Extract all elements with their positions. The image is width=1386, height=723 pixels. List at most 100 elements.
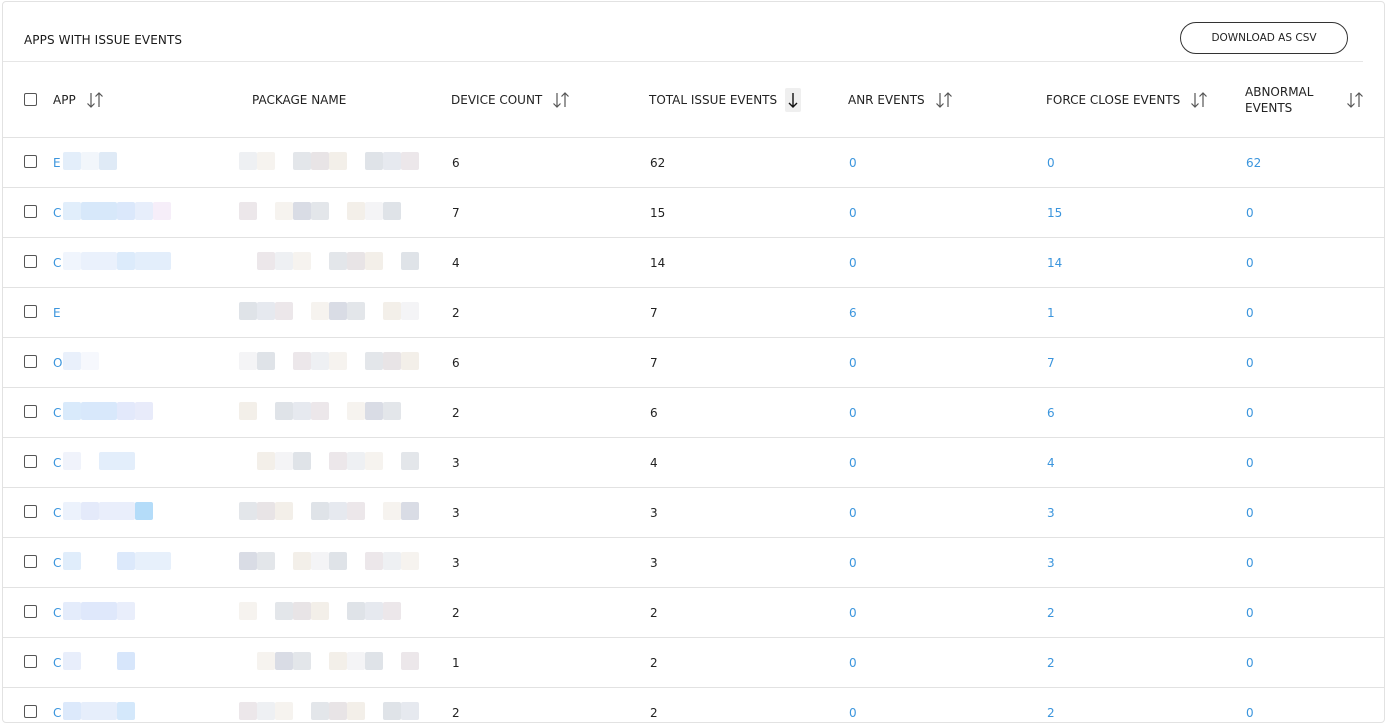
redacted-package-name bbox=[257, 702, 275, 720]
table-row: C 1 2 0 2 0 bbox=[3, 638, 1384, 688]
force-close-events-link[interactable]: 6 bbox=[1047, 388, 1055, 437]
abnormal-events-link[interactable]: 0 bbox=[1246, 588, 1254, 637]
abnormal-events-link[interactable]: 0 bbox=[1246, 388, 1254, 437]
column-header-total-issue-events[interactable]: TOTAL ISSUE EVENTS bbox=[649, 62, 802, 137]
app-name-link[interactable]: E bbox=[53, 288, 61, 337]
abnormal-events-link[interactable]: 0 bbox=[1246, 538, 1254, 587]
redacted-app-name bbox=[117, 202, 135, 220]
app-name-link[interactable]: E bbox=[53, 138, 61, 187]
row-checkbox[interactable] bbox=[24, 455, 37, 468]
sort-both-icon[interactable] bbox=[1189, 90, 1209, 110]
redacted-package-name bbox=[239, 502, 257, 520]
row-checkbox[interactable] bbox=[24, 505, 37, 518]
anr-events-link[interactable]: 0 bbox=[849, 138, 857, 187]
abnormal-events-link[interactable]: 62 bbox=[1246, 138, 1261, 187]
redacted-package-name bbox=[293, 652, 311, 670]
sort-both-icon[interactable] bbox=[1345, 90, 1365, 110]
select-all-checkbox[interactable] bbox=[24, 93, 37, 106]
app-name-link[interactable]: C bbox=[53, 638, 61, 687]
app-name-link[interactable]: C bbox=[53, 388, 61, 437]
row-checkbox[interactable] bbox=[24, 655, 37, 668]
column-label-app: APP bbox=[53, 92, 76, 107]
sort-both-icon[interactable] bbox=[551, 90, 571, 110]
force-close-events-link[interactable]: 2 bbox=[1047, 638, 1055, 687]
app-name-link[interactable]: C bbox=[53, 188, 61, 237]
anr-events-link[interactable]: 0 bbox=[849, 238, 857, 287]
column-header-force-close-events[interactable]: FORCE CLOSE EVENTS bbox=[1046, 62, 1209, 137]
app-name-link[interactable]: C bbox=[53, 238, 61, 287]
sort-descending-icon[interactable] bbox=[785, 87, 802, 112]
row-checkbox[interactable] bbox=[24, 205, 37, 218]
redacted-package-name bbox=[257, 252, 275, 270]
force-close-events-link[interactable]: 3 bbox=[1047, 538, 1055, 587]
sort-both-icon[interactable] bbox=[934, 90, 954, 110]
app-name-link[interactable]: C bbox=[53, 688, 61, 722]
row-checkbox[interactable] bbox=[24, 605, 37, 618]
table-row: C 4 14 0 14 0 bbox=[3, 238, 1384, 288]
column-header-abnormal-events[interactable]: ABNORMAL EVENTS bbox=[1245, 62, 1375, 137]
device-count-value: 3 bbox=[452, 555, 460, 570]
force-close-events-link[interactable]: 7 bbox=[1047, 338, 1055, 387]
anr-events-link[interactable]: 0 bbox=[849, 638, 857, 687]
device-count-value: 2 bbox=[452, 605, 460, 620]
total-issue-events-value: 7 bbox=[650, 355, 658, 370]
redacted-app-name bbox=[117, 552, 135, 570]
app-name-link[interactable]: C bbox=[53, 538, 61, 587]
anr-events-link[interactable]: 0 bbox=[849, 338, 857, 387]
download-csv-button[interactable]: DOWNLOAD AS CSV bbox=[1180, 22, 1348, 54]
row-checkbox[interactable] bbox=[24, 405, 37, 418]
row-checkbox[interactable] bbox=[24, 305, 37, 318]
redacted-package-name bbox=[329, 302, 347, 320]
force-close-events-link[interactable]: 2 bbox=[1047, 688, 1055, 722]
redacted-app-name bbox=[81, 502, 99, 520]
app-name-link[interactable]: C bbox=[53, 438, 61, 487]
anr-events-link[interactable]: 6 bbox=[849, 288, 857, 337]
row-checkbox[interactable] bbox=[24, 155, 37, 168]
abnormal-events-link[interactable]: 0 bbox=[1246, 488, 1254, 537]
anr-events-link[interactable]: 0 bbox=[849, 588, 857, 637]
app-name-link[interactable]: O bbox=[53, 338, 62, 387]
redacted-package-name bbox=[293, 452, 311, 470]
row-checkbox[interactable] bbox=[24, 255, 37, 268]
anr-events-link[interactable]: 0 bbox=[849, 488, 857, 537]
row-checkbox[interactable] bbox=[24, 355, 37, 368]
abnormal-events-link[interactable]: 0 bbox=[1246, 438, 1254, 487]
force-close-events-link[interactable]: 15 bbox=[1047, 188, 1062, 237]
redacted-package-name bbox=[293, 302, 311, 320]
redacted-package-name bbox=[257, 552, 275, 570]
abnormal-events-link[interactable]: 0 bbox=[1246, 338, 1254, 387]
abnormal-events-link[interactable]: 0 bbox=[1246, 288, 1254, 337]
redacted-package-name bbox=[347, 702, 365, 720]
device-count-value: 3 bbox=[452, 505, 460, 520]
table-row: C 2 6 0 6 0 bbox=[3, 388, 1384, 438]
force-close-events-link[interactable]: 1 bbox=[1047, 288, 1055, 337]
anr-events-link[interactable]: 0 bbox=[849, 688, 857, 722]
abnormal-events-link[interactable]: 0 bbox=[1246, 188, 1254, 237]
force-close-events-link[interactable]: 0 bbox=[1047, 138, 1055, 187]
column-header-app[interactable]: APP bbox=[53, 62, 105, 137]
sort-both-icon[interactable] bbox=[85, 90, 105, 110]
force-close-events-link[interactable]: 4 bbox=[1047, 438, 1055, 487]
app-name-link[interactable]: C bbox=[53, 588, 61, 637]
force-close-events-link[interactable]: 14 bbox=[1047, 238, 1062, 287]
row-checkbox[interactable] bbox=[24, 555, 37, 568]
redacted-package-name bbox=[383, 602, 401, 620]
column-label-abnormal-events: ABNORMAL EVENTS bbox=[1245, 84, 1313, 116]
force-close-events-link[interactable]: 2 bbox=[1047, 588, 1055, 637]
app-name-link[interactable]: C bbox=[53, 488, 61, 537]
column-header-device-count[interactable]: DEVICE COUNT bbox=[451, 62, 571, 137]
anr-events-link[interactable]: 0 bbox=[849, 538, 857, 587]
anr-events-link[interactable]: 0 bbox=[849, 188, 857, 237]
row-checkbox[interactable] bbox=[24, 705, 37, 718]
anr-events-link[interactable]: 0 bbox=[849, 438, 857, 487]
redacted-app-name bbox=[135, 502, 153, 520]
redacted-package-name bbox=[275, 502, 293, 520]
force-close-events-link[interactable]: 3 bbox=[1047, 488, 1055, 537]
abnormal-events-link[interactable]: 0 bbox=[1246, 638, 1254, 687]
abnormal-events-link[interactable]: 0 bbox=[1246, 688, 1254, 722]
abnormal-events-link[interactable]: 0 bbox=[1246, 238, 1254, 287]
device-count-value: 4 bbox=[452, 255, 460, 270]
device-count-value: 1 bbox=[452, 655, 460, 670]
column-header-anr-events[interactable]: ANR EVENTS bbox=[848, 62, 954, 137]
anr-events-link[interactable]: 0 bbox=[849, 388, 857, 437]
